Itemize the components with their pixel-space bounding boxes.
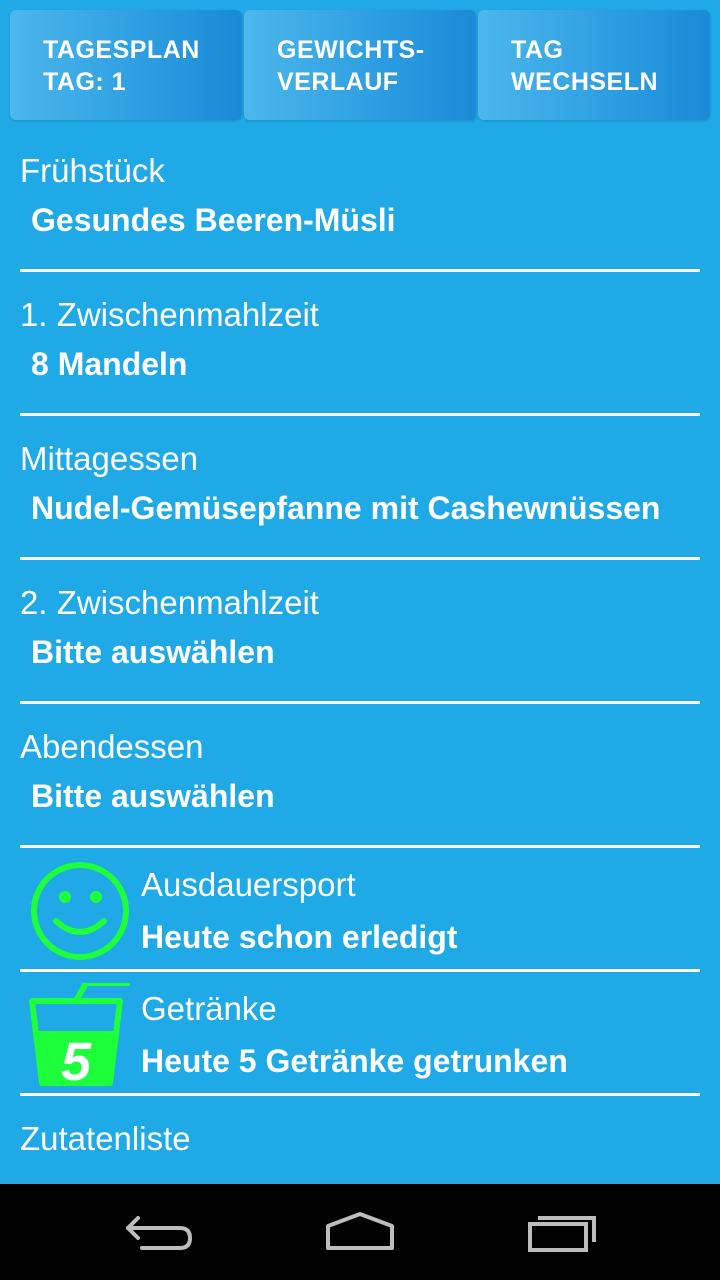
meal-label: Mittagessen	[20, 440, 198, 477]
day-plan-button[interactable]: TAGESPLAN TAG: 1	[10, 10, 242, 120]
divider	[20, 1093, 700, 1096]
meal-value: Bitte auswählen	[31, 778, 275, 814]
drinks-row[interactable]: 5 Getränke Heute 5 Getränke getrunken	[20, 983, 700, 1109]
meal-lunch[interactable]: Mittagessen Nudel-Gemüsepfanne mit Cashe…	[20, 439, 700, 528]
weight-history-label-2: VERLAUF	[277, 68, 399, 96]
divider	[20, 845, 700, 848]
home-icon[interactable]	[322, 1208, 398, 1256]
top-toolbar: TAGESPLAN TAG: 1 GEWICHTS- VERLAUF TAG W…	[0, 0, 720, 130]
sport-label: Ausdauersport	[141, 866, 356, 903]
divider	[20, 269, 700, 272]
smiley-icon	[31, 862, 129, 960]
divider	[20, 969, 700, 972]
meal-snack-1[interactable]: 1. Zwischenmahlzeit 8 Mandeln	[20, 295, 700, 384]
day-number-label: TAG: 1	[43, 68, 127, 96]
ingredients-list-row[interactable]: Zutatenliste	[20, 1119, 700, 1159]
meal-snack-2[interactable]: 2. Zwischenmahlzeit Bitte auswählen	[20, 583, 700, 672]
meal-label: Abendessen	[20, 728, 204, 765]
divider	[20, 557, 700, 560]
meal-value: Gesundes Beeren-Müsli	[31, 202, 396, 238]
change-day-label-1: TAG	[511, 36, 564, 64]
recent-apps-icon[interactable]	[524, 1208, 600, 1256]
ingredients-label: Zutatenliste	[20, 1120, 191, 1157]
divider	[20, 413, 700, 416]
back-icon[interactable]	[124, 1208, 196, 1256]
weight-history-button[interactable]: GEWICHTS- VERLAUF	[244, 10, 476, 120]
change-day-label-2: WECHSELN	[511, 68, 659, 96]
drinks-label: Getränke	[141, 990, 277, 1027]
meal-value: Nudel-Gemüsepfanne mit Cashewnüssen	[31, 490, 661, 526]
sport-status: Heute schon erledigt	[141, 919, 458, 955]
meal-dinner[interactable]: Abendessen Bitte auswählen	[20, 727, 700, 816]
meal-label: Frühstück	[20, 152, 165, 189]
endurance-sport-row[interactable]: Ausdauersport Heute schon erledigt	[20, 862, 700, 985]
meal-label: 2. Zwischenmahlzeit	[20, 584, 319, 621]
meal-value: Bitte auswählen	[31, 634, 275, 670]
drinks-status: Heute 5 Getränke getrunken	[141, 1043, 568, 1079]
divider	[20, 701, 700, 704]
meal-value: 8 Mandeln	[31, 346, 188, 382]
navigation-bar	[0, 1184, 720, 1280]
meal-label: 1. Zwischenmahlzeit	[20, 296, 319, 333]
weight-history-label-1: GEWICHTS-	[277, 36, 425, 64]
meal-breakfast[interactable]: Frühstück Gesundes Beeren-Müsli	[20, 151, 700, 240]
change-day-button[interactable]: TAG WECHSELN	[478, 10, 710, 120]
day-plan-label: TAGESPLAN	[43, 36, 200, 64]
drink-count: 5	[60, 1032, 92, 1092]
